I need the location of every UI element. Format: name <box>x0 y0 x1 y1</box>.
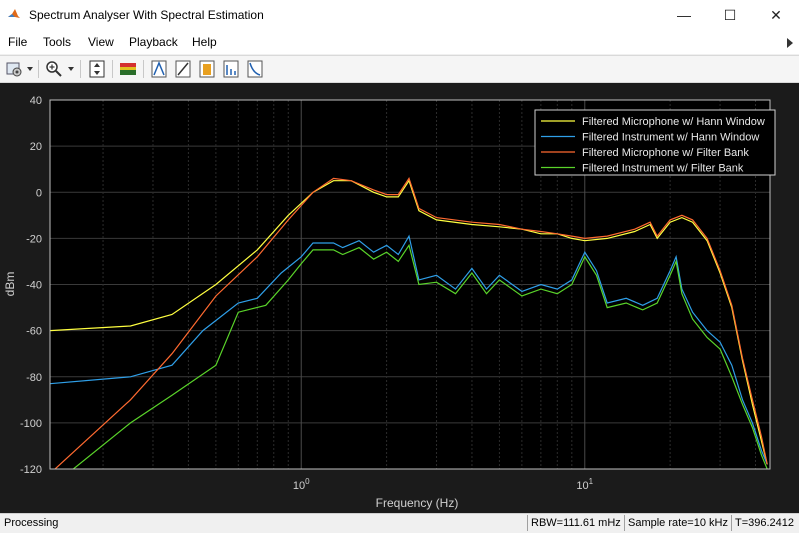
y-tick-label: -40 <box>26 280 42 292</box>
menu-view[interactable]: View <box>88 35 114 49</box>
legend-label: Filtered Microphone w/ Filter Bank <box>582 147 749 159</box>
menu-help[interactable]: Help <box>192 35 217 49</box>
menu-playback[interactable]: Playback <box>129 35 178 49</box>
x-axis-label: Frequency (Hz) <box>376 496 459 510</box>
title-bar: Spectrum Analyser With Spectral Estimati… <box>0 0 799 30</box>
y-tick-label: 0 <box>36 187 42 199</box>
y-tick-label: -100 <box>20 418 42 430</box>
minimize-button[interactable]: — <box>661 0 707 30</box>
channel-measurement-icon[interactable] <box>197 59 217 79</box>
y-tick-label: -20 <box>26 233 42 245</box>
menu-tools[interactable]: Tools <box>43 35 71 49</box>
zoom-in-icon[interactable] <box>44 59 64 79</box>
window-title: Spectrum Analyser With Spectral Estimati… <box>29 8 264 22</box>
x-tick-label: 101 <box>576 477 593 492</box>
toolbar-separator <box>112 60 113 78</box>
close-button[interactable]: ✕ <box>753 0 799 30</box>
status-rbw: RBW=111.61 mHz <box>527 515 625 531</box>
settings-dropdown-icon[interactable] <box>27 67 33 71</box>
matlab-logo-icon <box>8 9 20 18</box>
spectrum-icon[interactable] <box>118 59 138 79</box>
legend-label: Filtered Microphone w/ Hann Window <box>582 116 765 128</box>
legend-label: Filtered Instrument w/ Hann Window <box>582 132 759 144</box>
distortion-icon[interactable] <box>221 59 241 79</box>
y-tick-label: -60 <box>26 326 42 338</box>
toolbar-separator <box>143 60 144 78</box>
cursor-icon[interactable] <box>173 59 193 79</box>
legend: Filtered Microphone w/ Hann Window Filter… <box>534 109 776 176</box>
spectrum-plot-panel: 40 20 0 -20 -40 -60 -80 -100 -120 100 101 dBm Fre… <box>0 83 799 513</box>
y-tick-label: -80 <box>26 372 42 384</box>
x-tick-label: 100 <box>293 477 310 492</box>
status-processing: Processing <box>4 517 59 529</box>
menu-bar: File Tools View Playback Help <box>0 30 799 54</box>
status-bar: Processing RBW=111.61 mHz Sample rate=10… <box>0 513 799 533</box>
y-tick-label: 20 <box>30 141 42 153</box>
y-tick-label: 40 <box>30 95 42 107</box>
spectrum-chart[interactable]: 40 20 0 -20 -40 -60 -80 -100 -120 100 101 dBm Fre… <box>0 83 799 513</box>
scale-axes-icon[interactable] <box>87 59 107 79</box>
y-tick-labels: 40 20 0 -20 -40 -60 -80 -100 -120 <box>20 95 42 476</box>
peak-finder-icon[interactable] <box>149 59 169 79</box>
maximize-button[interactable]: ☐ <box>707 0 753 30</box>
menu-file[interactable]: File <box>8 35 27 49</box>
status-time: T=396.2412 <box>731 515 799 531</box>
zoom-dropdown-icon[interactable] <box>68 67 74 71</box>
x-tick-labels: 100 101 <box>293 477 594 492</box>
settings-icon[interactable] <box>4 59 24 79</box>
toolbar-separator <box>80 60 81 78</box>
toolbar-separator <box>38 60 39 78</box>
status-sample-rate: Sample rate=10 kHz <box>624 515 732 531</box>
toolbar <box>0 55 799 83</box>
y-axis-label: dBm <box>3 272 17 297</box>
ccdf-icon[interactable] <box>245 59 265 79</box>
legend-label: Filtered Instrument w/ Filter Bank <box>582 163 744 175</box>
dock-arrow-icon[interactable] <box>787 38 793 48</box>
y-tick-label: -120 <box>20 464 42 476</box>
